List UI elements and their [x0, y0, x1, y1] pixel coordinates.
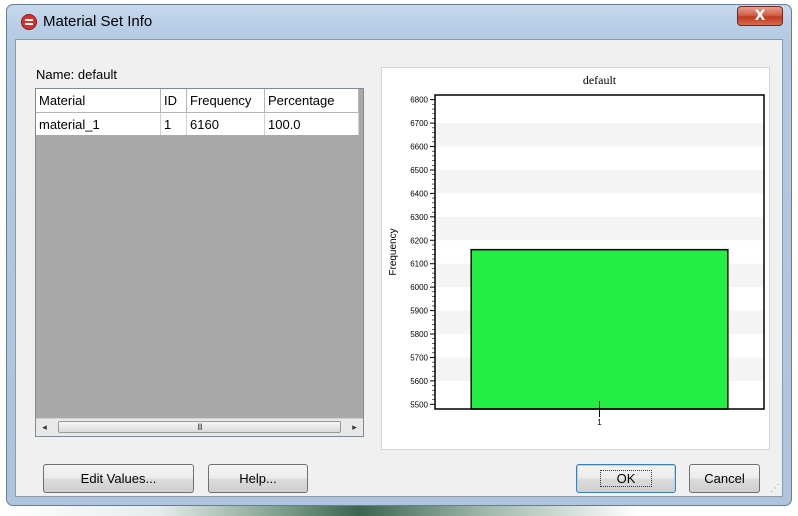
- name-value: default: [77, 67, 117, 82]
- close-button[interactable]: X: [737, 6, 783, 26]
- cell-frequency[interactable]: 6160: [186, 112, 265, 135]
- scroll-left-arrow-icon[interactable]: ◂: [36, 419, 53, 436]
- name-row: Name: default: [36, 67, 117, 82]
- y-tick-label: 6700: [410, 119, 428, 128]
- y-tick-label: 5900: [410, 307, 428, 316]
- column-header-id[interactable]: ID: [160, 89, 187, 113]
- edit-values-button[interactable]: Edit Values...: [43, 464, 194, 493]
- y-tick-label: 6000: [410, 283, 428, 292]
- histogram-chart: default 5500 5600 5700 5800 5900 6000 6100 6200 6…: [388, 73, 765, 427]
- y-tick-label: 6600: [410, 143, 428, 152]
- y-tick-label: 6100: [410, 260, 428, 269]
- histogram-chart-panel: default 5500 5600 5700 5800 5900 6000 6100 6200 6…: [381, 67, 770, 450]
- scroll-thumb[interactable]: III: [58, 421, 341, 433]
- column-header-material[interactable]: Material: [36, 89, 161, 113]
- y-tick-label: 5800: [410, 330, 428, 339]
- bar-1: [470, 248, 729, 410]
- x-tick-label: 1: [597, 418, 602, 427]
- dialog-body: Name: default Material ID Frequency Perc…: [15, 39, 783, 497]
- y-tick-label: 6400: [410, 189, 428, 198]
- ok-button[interactable]: OK: [576, 464, 676, 493]
- material-set-info-dialog: Material Set Info X Name: default Materi…: [6, 4, 792, 506]
- y-tick-label: 5700: [410, 353, 428, 362]
- taskbar-strip: [0, 506, 798, 516]
- horizontal-scrollbar[interactable]: ◂ III ▸: [36, 418, 363, 436]
- y-tick-label: 6500: [410, 166, 428, 175]
- grid-band: [435, 169, 764, 194]
- cell-percentage[interactable]: 100.0: [264, 112, 359, 135]
- y-tick-label: 6200: [410, 236, 428, 245]
- y-tick-label: 6300: [410, 213, 428, 222]
- scroll-right-arrow-icon[interactable]: ▸: [346, 419, 363, 436]
- y-tick-label: 6800: [410, 96, 428, 105]
- ok-label: OK: [599, 470, 653, 487]
- window-title: Material Set Info: [43, 13, 153, 30]
- cell-material[interactable]: material_1: [36, 112, 161, 135]
- resize-grip-icon[interactable]: ⋰: [770, 483, 780, 494]
- grid-band: [435, 216, 764, 241]
- help-button[interactable]: Help...: [208, 464, 308, 493]
- cancel-button[interactable]: Cancel: [689, 464, 760, 493]
- y-axis-label: Frequency: [388, 228, 399, 275]
- close-icon: X: [754, 8, 766, 24]
- y-tick-label: 5500: [410, 400, 428, 409]
- grip-icon: III: [197, 422, 202, 432]
- app-logo-icon: [21, 14, 37, 30]
- title-bar[interactable]: Material Set Info X: [7, 5, 791, 39]
- chart-title: default: [583, 73, 617, 87]
- y-tick-label: 5600: [410, 377, 428, 386]
- material-table[interactable]: Material ID Frequency Percentage materia…: [35, 88, 364, 437]
- grid-band: [435, 123, 764, 147]
- cell-id[interactable]: 1: [160, 112, 187, 135]
- table-row[interactable]: material_1 1 6160 100.0: [36, 112, 359, 135]
- column-header-percentage[interactable]: Percentage: [264, 89, 359, 113]
- column-header-frequency[interactable]: Frequency: [186, 89, 265, 113]
- name-label: Name:: [36, 67, 75, 82]
